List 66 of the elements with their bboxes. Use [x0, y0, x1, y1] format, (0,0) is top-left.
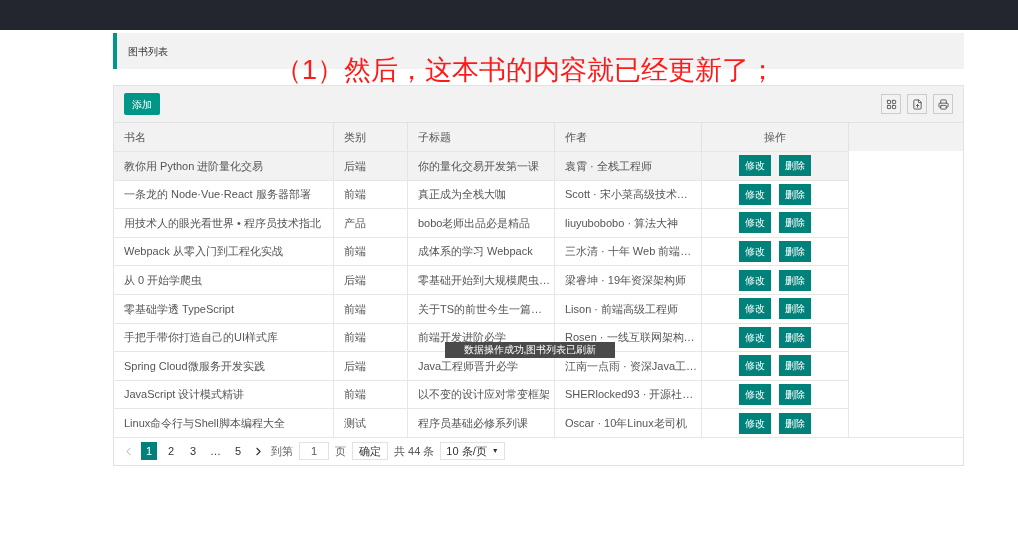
page-unit: 页: [335, 444, 346, 460]
delete-button[interactable]: 删除: [779, 298, 811, 320]
delete-button[interactable]: 删除: [779, 183, 811, 205]
table-cell: 梁睿坤 · 19年资深架构师: [555, 266, 702, 294]
edit-button[interactable]: 修改: [739, 412, 771, 434]
delete-button[interactable]: 删除: [779, 241, 811, 263]
goto-label: 到第: [271, 444, 293, 460]
delete-button[interactable]: 删除: [779, 155, 811, 177]
header-title: 图书列表: [128, 44, 168, 59]
table-cell: bobo老师出品必是精品: [408, 209, 555, 237]
table-cell: 从 0 开始学爬虫: [114, 266, 334, 294]
edit-button[interactable]: 修改: [739, 355, 771, 377]
table-row[interactable]: 用技术人的眼光看世界 • 程序员技术指北 产品 bobo老师出品必是精品 liuyubobobo · 算法大神 修改 删除: [114, 208, 849, 237]
table-cell: 关于TS的前世今生一篇…: [408, 294, 555, 323]
table-cell: Lison · 前端高级工程师: [555, 294, 702, 323]
edit-button[interactable]: 修改: [739, 298, 771, 320]
table-cell: liuyubobobo · 算法大神: [555, 209, 702, 237]
table-cell: 测试: [334, 409, 408, 437]
table-cell: 零基础开始到大规模爬虫…: [408, 266, 555, 294]
table-cell: 程序员基础必修系列课: [408, 409, 555, 437]
table-row[interactable]: 零基础学透 TypeScript 前端 关于TS的前世今生一篇… Lison · 前端高级工程师 修改 删除: [114, 293, 849, 323]
table-row[interactable]: 教你用 Python 进阶量化交易 后端 你的量化交易开发第一课 袁霄 · 全栈工程师 修改 删除: [114, 151, 849, 180]
table-row[interactable]: Linux命令行与Shell脚本编程大全 测试 程序员基础必修系列课 Oscar · 10年Linux老司机 修改 删除: [114, 408, 849, 437]
table-cell: 产品: [334, 209, 408, 237]
print-icon[interactable]: [933, 94, 953, 114]
page-input[interactable]: 1: [299, 442, 329, 461]
delete-button[interactable]: 删除: [779, 384, 811, 406]
delete-button[interactable]: 删除: [779, 355, 811, 377]
table-cell: 后端: [334, 152, 408, 180]
table-row[interactable]: Webpack 从零入门到工程化实战 前端 成体系的学习 Webpack 三水清 · 十年 Web 前端… 修改 删除: [114, 236, 849, 266]
table-cell: Oscar · 10年Linux老司机: [555, 409, 702, 437]
edit-button[interactable]: 修改: [739, 269, 771, 291]
table-cell: 后端: [334, 352, 408, 380]
page-button[interactable]: 3: [185, 442, 201, 461]
table-cell: 用技术人的眼光看世界 • 程序员技术指北: [114, 209, 334, 237]
delete-button[interactable]: 删除: [779, 326, 811, 348]
table-cell: Linux命令行与Shell脚本编程大全: [114, 409, 334, 437]
edit-button[interactable]: 修改: [739, 241, 771, 263]
delete-button[interactable]: 删除: [779, 269, 811, 291]
page-button[interactable]: …: [207, 442, 224, 461]
export-icon[interactable]: [907, 94, 927, 114]
page-button[interactable]: 5: [230, 442, 246, 461]
total-count: 共 44 条: [394, 444, 435, 460]
caption-text: （1）然后，这本书的内容就已经更新了；: [275, 54, 777, 87]
table-cell: 教你用 Python 进阶量化交易: [114, 152, 334, 180]
page-button[interactable]: 1: [141, 442, 157, 461]
table-cell: 袁霄 · 全栈工程师: [555, 152, 702, 180]
table-cell: 前端: [334, 294, 408, 323]
table-cell: Spring Cloud微服务开发实践: [114, 352, 334, 380]
table-row[interactable]: 一条龙的 Node·Vue·React 服务器部署 前端 真正成为全栈大咖 Scott · 宋小菜高级技术… 修改 删除: [114, 179, 849, 209]
columns-icon[interactable]: [881, 94, 901, 114]
delete-button[interactable]: 删除: [779, 212, 811, 234]
add-button[interactable]: 添加: [124, 93, 160, 115]
edit-button[interactable]: 修改: [739, 155, 771, 177]
table-cell: 零基础学透 TypeScript: [114, 294, 334, 323]
table-row[interactable]: JavaScript 设计模式精讲 前端 以不变的设计应对常变框架 SHERlocked93 · 开源社… 修改 删除: [114, 379, 849, 409]
edit-button[interactable]: 修改: [739, 183, 771, 205]
edit-button[interactable]: 修改: [739, 212, 771, 234]
table-cell: 后端: [334, 266, 408, 294]
page-button[interactable]: 2: [163, 442, 179, 461]
delete-button[interactable]: 删除: [779, 412, 811, 434]
edit-button[interactable]: 修改: [739, 326, 771, 348]
confirm-button[interactable]: 确定: [352, 442, 388, 461]
table-row[interactable]: 从 0 开始学爬虫 后端 零基础开始到大规模爬虫… 梁睿坤 · 19年资深架构师 修改 删除: [114, 265, 849, 294]
edit-button[interactable]: 修改: [739, 384, 771, 406]
table-cell: 你的量化交易开发第一课: [408, 152, 555, 180]
